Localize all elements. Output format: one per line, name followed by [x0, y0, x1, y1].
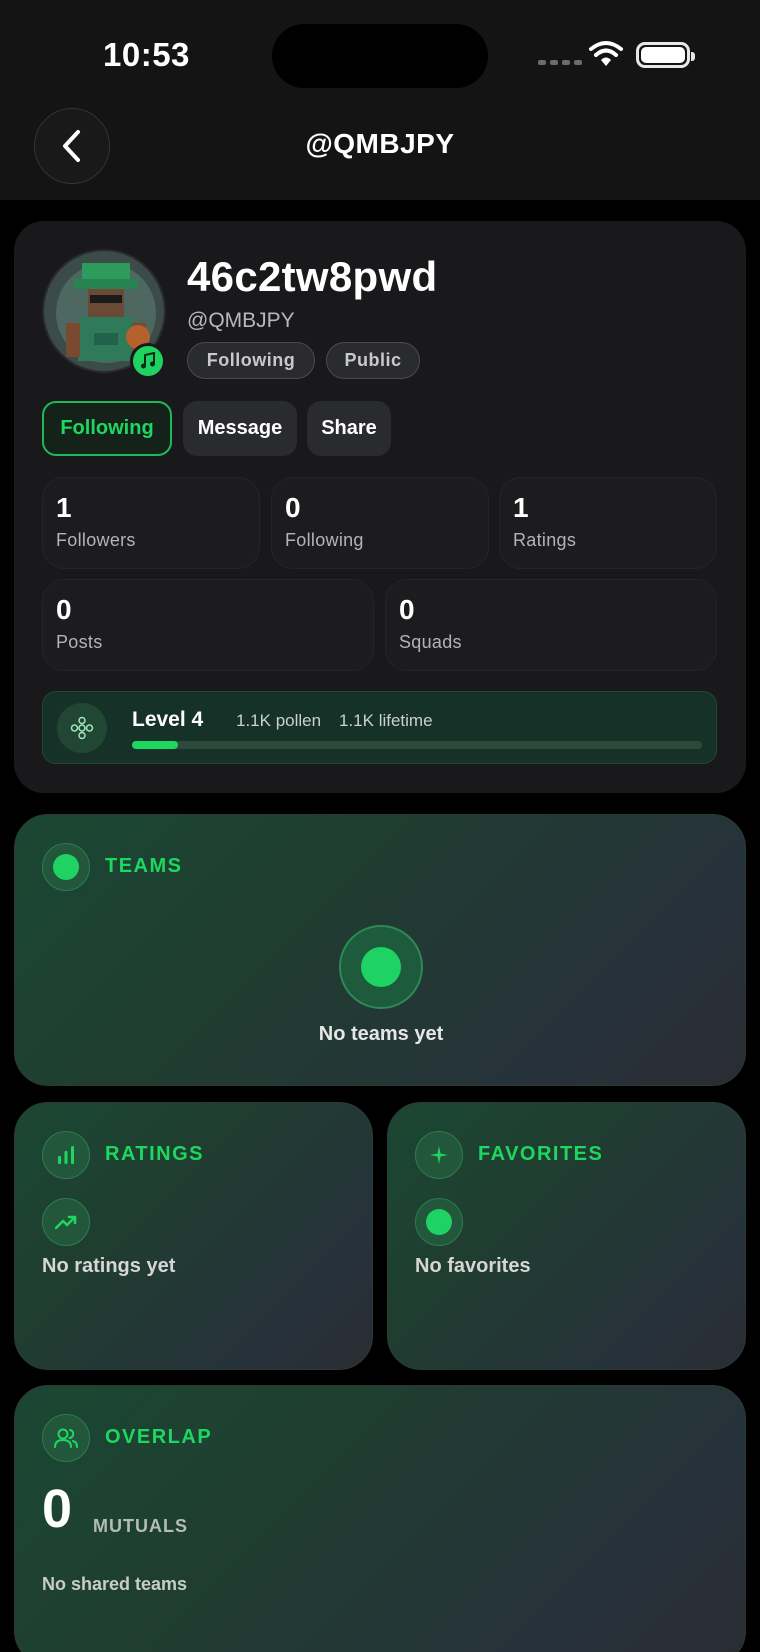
stat-value: 0	[56, 594, 72, 625]
level-progress-fill	[132, 741, 178, 749]
stat-label: Followers	[56, 530, 136, 550]
display-name: 46c2tw8pwd	[187, 253, 438, 300]
lifetime-count: 1.1K lifetime	[339, 711, 433, 730]
stat-label: Following	[285, 530, 364, 550]
following-stat[interactable]: 0 Following	[271, 477, 489, 569]
share-button[interactable]: Share	[307, 401, 391, 456]
level-progress[interactable]: Level 4 1.1K pollen 1.1K lifetime	[42, 691, 717, 764]
stat-value: 1	[513, 492, 529, 523]
favorites-section: FAVORITES No favorites	[387, 1102, 746, 1370]
users-icon	[42, 1414, 90, 1462]
wifi-icon	[589, 41, 623, 66]
ratings-section: RATINGS No ratings yet	[14, 1102, 373, 1370]
stat-value: 0	[285, 492, 301, 523]
teams-empty-text: No teams yet	[318, 1023, 444, 1045]
teams-title: TEAMS	[105, 855, 183, 877]
followers-stat[interactable]: 1 Followers	[42, 477, 260, 569]
overlap-title: OVERLAP	[105, 1426, 213, 1448]
trending-up-icon	[42, 1198, 90, 1246]
page-title: @QMBJPY	[305, 128, 455, 159]
battery-icon	[636, 42, 695, 68]
overlap-section: OVERLAP 0 MUTUALS No shared teams	[14, 1385, 746, 1652]
user-handle: @QMBJPY	[187, 309, 295, 332]
stat-value: 0	[399, 594, 415, 625]
stat-label: Squads	[399, 632, 462, 652]
ratings-empty-text: No ratings yet	[42, 1255, 176, 1277]
music-badge	[130, 343, 166, 379]
stat-value: 1	[56, 492, 72, 523]
level-title: Level 4	[132, 708, 204, 731]
profile-card: 46c2tw8pwd @QMBJPY Following Public Foll…	[14, 221, 746, 793]
teams-empty-icon	[339, 925, 423, 1009]
message-button[interactable]: Message	[183, 401, 297, 456]
following-chip: Following	[187, 342, 315, 379]
favorites-empty-text: No favorites	[415, 1255, 531, 1277]
squads-stat[interactable]: 0 Squads	[385, 579, 717, 671]
posts-stat[interactable]: 0 Posts	[42, 579, 374, 671]
teams-section: TEAMS No teams yet	[14, 814, 746, 1086]
ratings-title: RATINGS	[105, 1143, 205, 1165]
status-time: 10:53	[103, 36, 190, 73]
ratings-stat[interactable]: 1 Ratings	[499, 477, 717, 569]
top-bar: 10:53 @QMBJPY	[0, 0, 760, 200]
public-chip: Public	[326, 342, 420, 379]
pollen-count: 1.1K pollen	[236, 711, 322, 730]
following-button[interactable]: Following	[42, 401, 172, 456]
shared-teams-text: No shared teams	[42, 1574, 188, 1594]
flower-icon	[70, 716, 94, 740]
favorites-title: FAVORITES	[478, 1143, 604, 1165]
level-badge	[57, 703, 107, 753]
stat-label: Ratings	[513, 530, 577, 550]
dynamic-island	[272, 24, 488, 88]
favorites-empty-icon	[415, 1198, 463, 1246]
sparkle-icon	[415, 1131, 463, 1179]
stat-label: Posts	[56, 632, 103, 652]
cellular-signal-icon	[538, 60, 582, 65]
mutuals-label: MUTUALS	[93, 1516, 188, 1536]
music-note-icon	[141, 352, 155, 369]
mutuals-count: 0	[42, 1479, 73, 1539]
bar-chart-icon	[42, 1131, 90, 1179]
level-progress-track	[132, 741, 702, 749]
teams-icon	[42, 843, 90, 891]
